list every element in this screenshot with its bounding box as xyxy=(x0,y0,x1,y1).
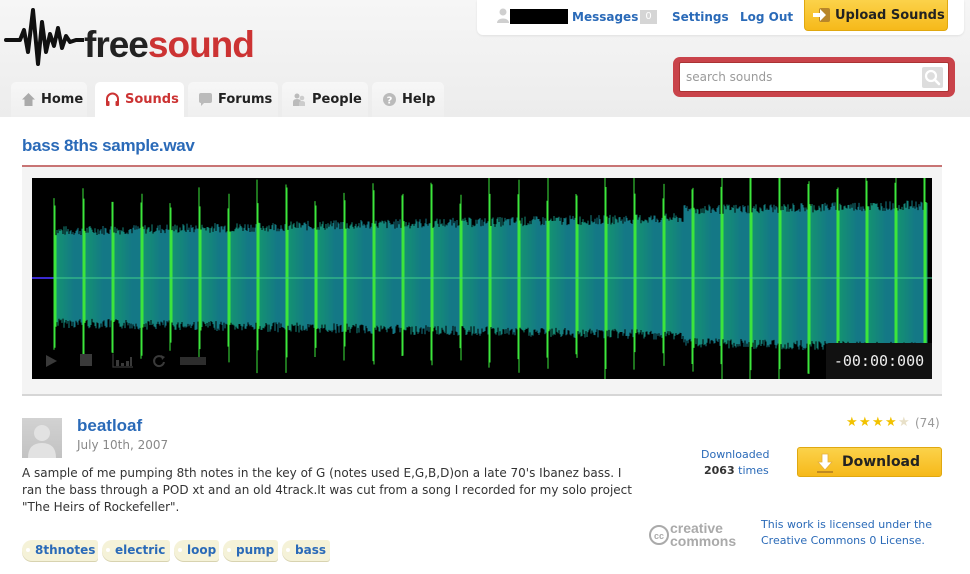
license-link[interactable]: This work is licensed under the Creative… xyxy=(761,517,936,549)
logo-text-free: free xyxy=(84,24,149,65)
headphones-icon xyxy=(106,92,119,106)
rating-count: (74) xyxy=(915,416,940,430)
star-icon[interactable]: ★ xyxy=(859,416,871,430)
star-icon[interactable]: ★ xyxy=(872,416,884,430)
settings-link[interactable]: Settings xyxy=(672,10,729,24)
star-icon[interactable]: ★ xyxy=(885,416,897,430)
tab-home-label: Home xyxy=(41,92,84,107)
messages-count-badge: 0 xyxy=(640,10,657,24)
tab-forums[interactable]: Forums xyxy=(188,82,278,117)
question-icon: ? xyxy=(383,93,396,107)
tag-item[interactable]: bass xyxy=(282,540,330,561)
tab-sounds-label: Sounds xyxy=(125,92,179,107)
tab-people-label: People xyxy=(312,92,362,107)
tag-label: 8thnotes xyxy=(35,543,96,557)
tag-item[interactable]: 8thnotes xyxy=(22,540,98,561)
upload-date: July 10th, 2007 xyxy=(77,438,169,452)
time-display: -00:00:000 xyxy=(826,343,932,379)
creative-commons-logo[interactable]: cc creative commons xyxy=(648,520,748,550)
upload-sounds-label: Upload Sounds xyxy=(835,8,945,23)
logout-link[interactable]: Log Out xyxy=(740,10,793,24)
cc-logo-bottom: commons xyxy=(670,533,736,549)
tag-label: pump xyxy=(236,543,275,557)
search-icon xyxy=(924,69,941,86)
sound-title: bass 8ths sample.wav xyxy=(22,136,195,155)
download-button[interactable]: Download xyxy=(797,447,942,477)
loop-icon[interactable] xyxy=(152,354,166,368)
search-box xyxy=(673,57,955,97)
freesound-logo[interactable]: freesound xyxy=(4,6,255,70)
site-header: freesound Messages 0 Settings Log Out Up… xyxy=(0,0,970,117)
svg-text:?: ? xyxy=(387,96,393,107)
tag-label: loop xyxy=(187,543,217,557)
player-controls: -00:00:000 xyxy=(32,342,932,379)
stop-icon[interactable] xyxy=(80,354,93,367)
tag-item[interactable]: electric xyxy=(102,540,170,561)
logo-text: freesound xyxy=(84,24,255,66)
download-count-number: 2063 xyxy=(704,464,735,477)
people-icon xyxy=(293,93,305,106)
tab-forums-label: Forums xyxy=(218,92,273,107)
measure-icon[interactable] xyxy=(180,357,206,365)
cc-icon: cc creative commons xyxy=(649,520,736,549)
tab-home[interactable]: Home xyxy=(11,82,87,117)
tag-label: electric xyxy=(115,543,166,557)
logo-text-sound: sound xyxy=(147,24,255,65)
download-count: 2063 times xyxy=(704,464,769,477)
spectrum-icon[interactable] xyxy=(112,354,134,368)
tag-item[interactable]: pump xyxy=(223,540,278,561)
star-icon[interactable]: ★ xyxy=(898,416,910,430)
waveform-display[interactable]: -00:00:000 xyxy=(32,178,932,379)
download-label: Download xyxy=(842,454,921,470)
waveform-logo-icon xyxy=(4,8,84,66)
star-icon[interactable]: ★ xyxy=(846,416,858,430)
tab-people[interactable]: People xyxy=(282,82,368,117)
speech-bubble-icon xyxy=(199,93,212,106)
tag-label: bass xyxy=(295,543,326,557)
tag-item[interactable]: loop xyxy=(174,540,219,561)
search-input[interactable] xyxy=(679,62,949,92)
tab-sounds[interactable]: Sounds xyxy=(95,82,184,117)
sound-player: -00:00:000 xyxy=(22,167,942,396)
username-redacted xyxy=(510,9,568,24)
tag-hole-icon xyxy=(286,548,290,552)
tag-hole-icon xyxy=(227,548,231,552)
downloaded-label: Downloaded xyxy=(701,448,770,461)
sound-description: A sample of me pumping 8th notes in the … xyxy=(22,466,632,514)
default-avatar-icon xyxy=(28,425,56,458)
tag-hole-icon xyxy=(106,548,110,552)
download-count-suffix: times xyxy=(738,464,769,477)
upload-arrow-icon xyxy=(813,8,830,22)
upload-sounds-button[interactable]: Upload Sounds xyxy=(804,0,948,31)
messages-link[interactable]: Messages xyxy=(572,10,638,24)
svg-text:cc: cc xyxy=(654,531,664,541)
author-link[interactable]: beatloaf xyxy=(77,416,142,436)
user-icon xyxy=(497,8,509,23)
home-icon xyxy=(22,93,35,106)
tag-hole-icon xyxy=(178,548,182,552)
author-avatar[interactable] xyxy=(22,418,62,458)
download-arrow-icon xyxy=(817,453,833,473)
tab-help-label: Help xyxy=(402,92,436,107)
tab-help[interactable]: ? Help xyxy=(372,82,444,117)
play-icon[interactable] xyxy=(44,354,58,368)
tag-hole-icon xyxy=(26,548,30,552)
search-button[interactable] xyxy=(922,67,943,88)
